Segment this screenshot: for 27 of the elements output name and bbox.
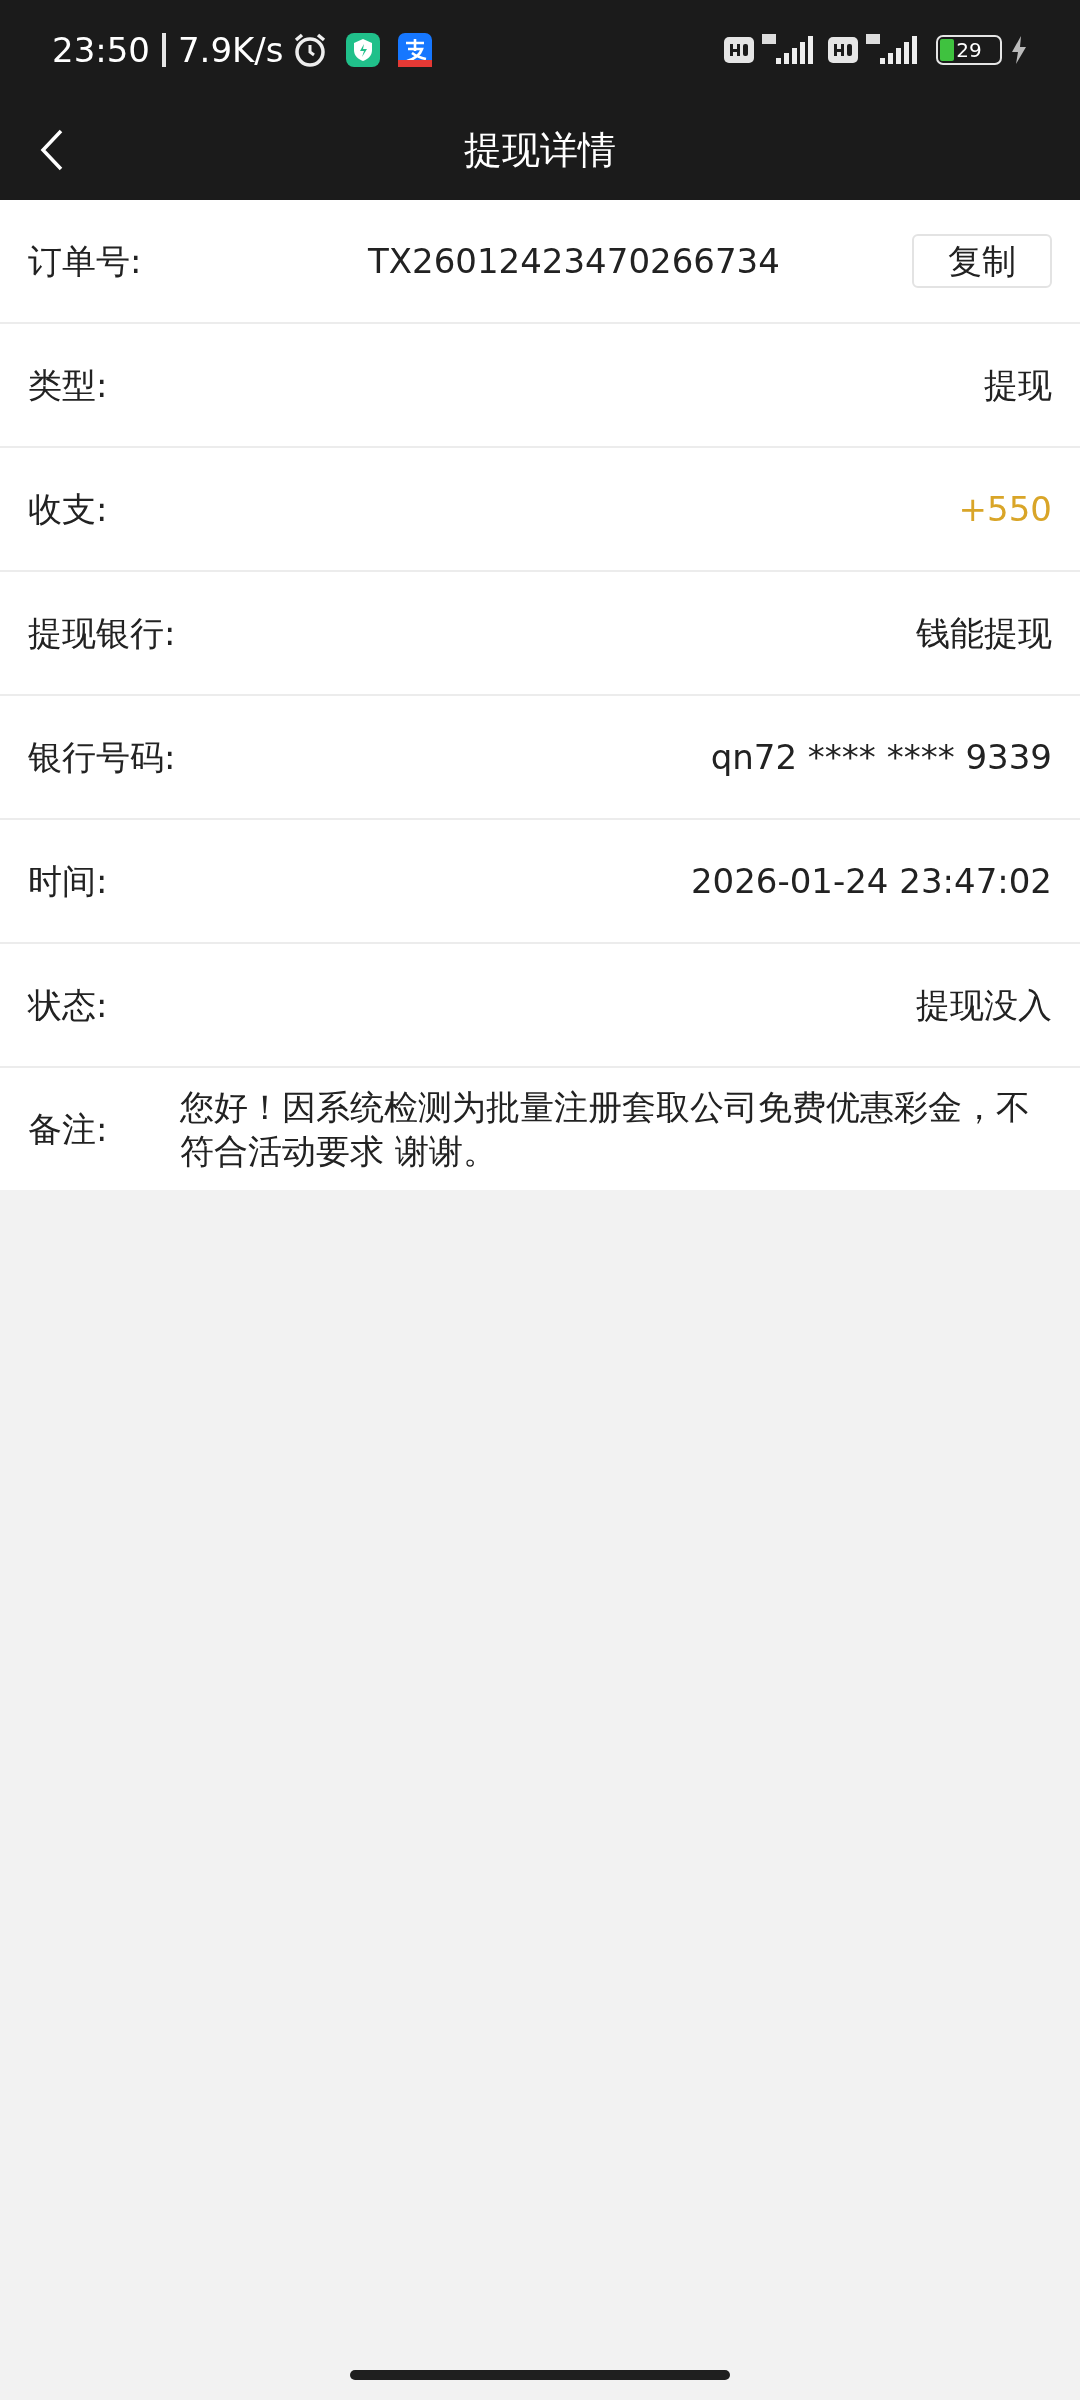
field-value: 2026-01-24 23:47:02 [690, 859, 1052, 903]
field-value: +550 [958, 487, 1052, 531]
hd-icon [828, 37, 858, 63]
field-label: 订单号: [28, 239, 143, 283]
charging-icon [1010, 35, 1028, 65]
page-title: 提现详情 [464, 126, 616, 174]
field-value: 提现没入 [916, 983, 1052, 1027]
field-value: qn72 **** **** 9339 [710, 735, 1052, 779]
app-icon [397, 33, 432, 67]
hd-icon [724, 37, 754, 63]
field-label: 银行号码: [28, 735, 177, 779]
field-label: 备注: [28, 1107, 109, 1151]
field-label: 状态: [28, 983, 109, 1027]
field-label: 时间: [28, 859, 109, 903]
field-value: TX26012423470266734 [368, 239, 781, 283]
field-value: 钱能提现 [916, 611, 1052, 655]
shield-app-icon [345, 33, 380, 67]
field-value: 提现 [984, 363, 1052, 407]
copy-button[interactable]: 复制 [912, 234, 1052, 288]
field-value: 您好！因系统检测为批量注册套取公司免费优惠彩金，不符合活动要求 谢谢。 [180, 1086, 1031, 1173]
battery-indicator: 29 [936, 35, 1002, 65]
field-label: 类型: [28, 363, 109, 407]
divider-mark [162, 33, 166, 67]
field-label: 收支: [28, 487, 109, 531]
network-speed: 7.9K/s [178, 28, 284, 72]
field-label: 提现银行: [28, 611, 177, 655]
clock-time: 23:50 [52, 28, 150, 72]
